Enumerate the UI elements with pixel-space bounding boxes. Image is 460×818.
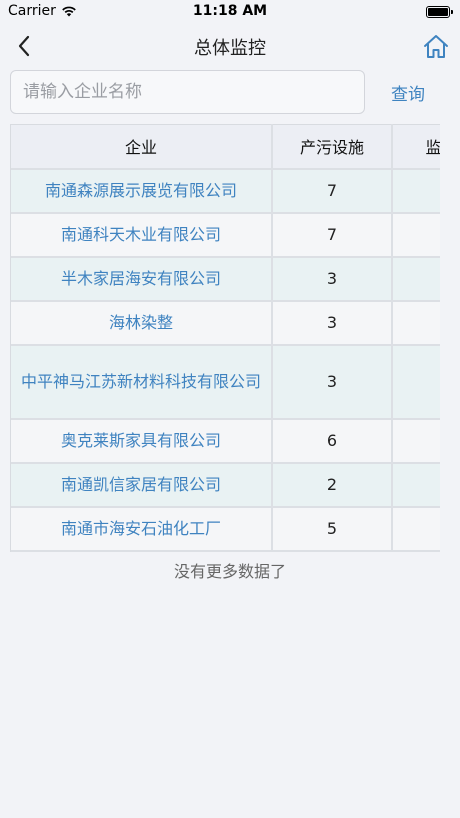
table-row[interactable]: 奥克莱斯家具有限公司 6: [11, 418, 440, 464]
facility-count-cell: 6: [272, 418, 393, 464]
column-header-company: 企业: [11, 124, 273, 170]
clock: 11:18 AM: [192, 3, 268, 19]
facility-count-cell: 5: [272, 506, 393, 552]
monitor-cell: [392, 300, 440, 346]
table-row[interactable]: 南通森源展示展览有限公司 7: [11, 168, 440, 214]
home-icon: [424, 35, 448, 58]
monitor-cell: [392, 212, 440, 258]
facility-count-cell: 7: [272, 212, 393, 258]
table-row[interactable]: 海林染整 3: [11, 300, 440, 346]
company-name-cell[interactable]: 半木家居海安有限公司: [11, 256, 273, 302]
table-row[interactable]: 半木家居海安有限公司 3: [11, 256, 440, 302]
page-title: 总体监控: [194, 38, 266, 59]
status-bar: Carrier 11:18 AM: [0, 0, 460, 24]
monitor-cell: [392, 418, 440, 464]
battery-icon: [426, 6, 453, 18]
facility-count-cell: 3: [272, 300, 393, 346]
monitor-cell: [392, 506, 440, 552]
table-row[interactable]: 南通凯信家居有限公司 2: [11, 462, 440, 508]
facility-count-cell: 7: [272, 168, 393, 214]
home-button[interactable]: [422, 33, 450, 61]
company-name-cell[interactable]: 中平神马江苏新材料科技有限公司: [11, 344, 273, 420]
company-name-cell[interactable]: 南通市海安石油化工厂: [11, 506, 273, 552]
facility-count-cell: 3: [272, 256, 393, 302]
monitor-cell: [392, 344, 440, 420]
table-header-row: 企业 产污设施 监测: [11, 124, 440, 170]
column-header-facilities: 产污设施: [272, 124, 393, 170]
company-name-cell[interactable]: 奥克莱斯家具有限公司: [11, 418, 273, 464]
monitor-cell: [392, 256, 440, 302]
facility-count-cell: 2: [272, 462, 393, 508]
facility-count-cell: 3: [272, 344, 393, 420]
company-name-cell[interactable]: 南通科天木业有限公司: [11, 212, 273, 258]
company-name-cell[interactable]: 海林染整: [11, 300, 273, 346]
monitor-cell: [392, 168, 440, 214]
company-search-input[interactable]: [10, 70, 365, 114]
search-button[interactable]: 查询: [378, 76, 438, 108]
company-table[interactable]: 企业 产污设施 监测 南通森源展示展览有限公司 7 南通科天木业有限公司 7 半…: [10, 124, 440, 552]
company-name-cell[interactable]: 南通凯信家居有限公司: [11, 462, 273, 508]
column-header-monitor: 监测: [392, 124, 440, 170]
monitor-cell: [392, 462, 440, 508]
table-row[interactable]: 南通科天木业有限公司 7: [11, 212, 440, 258]
navigation-bar: 总体监控: [0, 24, 460, 70]
table-row[interactable]: 南通市海安石油化工厂 5: [11, 506, 440, 552]
company-name-cell[interactable]: 南通森源展示展览有限公司: [11, 168, 273, 214]
search-bar: 查询: [0, 70, 460, 124]
table-row[interactable]: 中平神马江苏新材料科技有限公司 3: [11, 344, 440, 420]
no-more-data-label: 没有更多数据了: [173, 562, 286, 581]
